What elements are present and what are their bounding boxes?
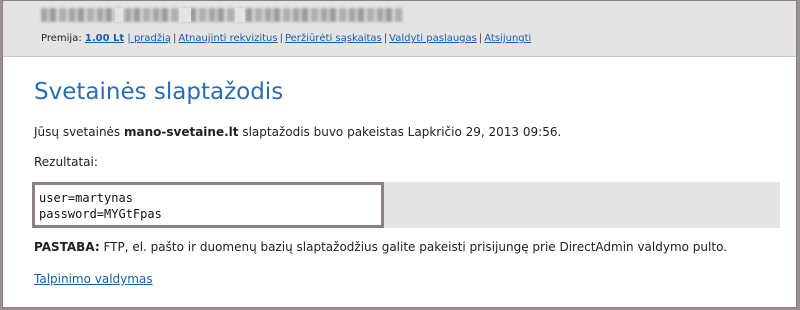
result-line-user: user=martynas [39,191,133,205]
blur-gap [115,8,123,22]
status-message: Jūsų svetainės mano-svetaine.lt slaptažo… [34,125,561,139]
nav-link-home[interactable]: | pradžią [127,33,171,44]
nav-separator: | [279,33,283,44]
nav-link-update-details[interactable]: Atnaujinti rekvizitus [178,33,277,44]
page-frame: Premija: 1.00 Lt | pradžią | Atnaujinti re… [2,0,797,308]
result-box[interactable]: user=martynas password=MYGtFpas [32,182,384,228]
nav-link-logout[interactable]: Atsijungti [484,33,531,44]
note: PASTABA: FTP, el. pašto ir duomenų bazių… [34,240,727,254]
note-label: PASTABA: [34,240,100,254]
page-title: Svetainės slaptažodis [34,79,284,105]
hosting-management-link[interactable]: Talpinimo valdymas [34,272,153,286]
premium-label: Premija: [41,33,82,44]
note-text: FTP, el. pašto ir duomenų bazių slaptažo… [99,240,728,254]
blur-gap [179,8,191,22]
nav-link-manage-services[interactable]: Valdyti paslaugas [389,33,477,44]
result-line-password: password=MYGtFpas [39,207,162,221]
site-name: mano-svetaine.lt [124,125,239,139]
nav-link-view-invoices[interactable]: Peržiūrėti sąskaitas [285,33,382,44]
blurred-account-info [41,8,403,22]
account-nav: Premija: 1.00 Lt | pradžią | Atnaujinti re… [41,33,531,44]
message-prefix: Jūsų svetainės [34,125,124,139]
results-label: Rezultatai: [34,155,98,169]
message-suffix: slaptažodis buvo pakeistas Lapkričio 29,… [238,125,562,139]
header-bar: Premija: 1.00 Lt | pradžią | Atnaujinti re… [3,1,796,57]
premium-amount-link[interactable]: 1.00 Lt [85,33,124,44]
blur-gap [235,8,245,22]
